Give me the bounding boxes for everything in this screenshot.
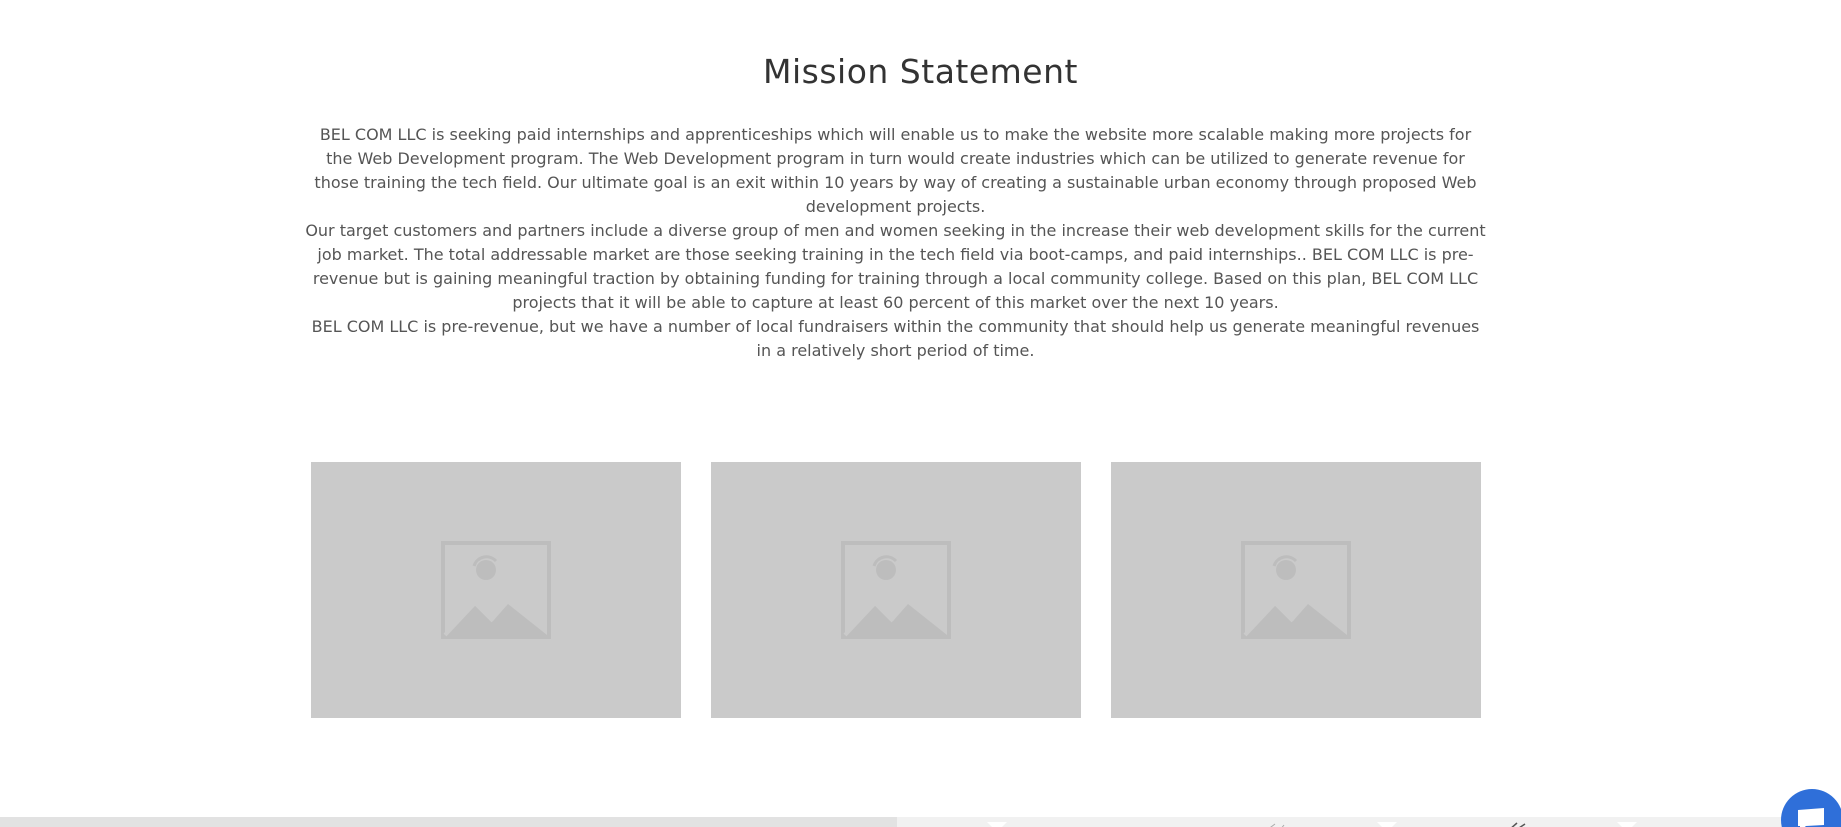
mission-paragraph: BEL COM LLC is seeking paid internships … <box>314 125 1477 216</box>
chat-button[interactable] <box>1781 789 1841 827</box>
gallery-image-1[interactable] <box>311 462 681 718</box>
footer-strip <box>0 817 1841 827</box>
gallery-image-3[interactable] <box>1111 462 1481 718</box>
mission-paragraph: BEL COM LLC is pre-revenue, but we have … <box>311 317 1480 360</box>
image-placeholder-icon <box>841 541 951 639</box>
gallery-image-2[interactable] <box>711 462 1081 718</box>
page: Mission Statement BEL COM LLC is seeking… <box>0 0 1841 827</box>
image-placeholder-icon <box>441 541 551 639</box>
mission-paragraph: Our target customers and partners includ… <box>305 221 1486 312</box>
footer-left-panel <box>0 817 897 827</box>
footer-pattern <box>987 822 1637 827</box>
mission-body: BEL COM LLC is seeking paid internships … <box>305 123 1486 363</box>
image-gallery <box>311 462 1482 718</box>
chat-bubble-icon <box>1798 808 1824 827</box>
footer-right-panel <box>897 817 1841 827</box>
image-placeholder-icon <box>1241 541 1351 639</box>
mission-title: Mission Statement <box>763 52 1078 91</box>
